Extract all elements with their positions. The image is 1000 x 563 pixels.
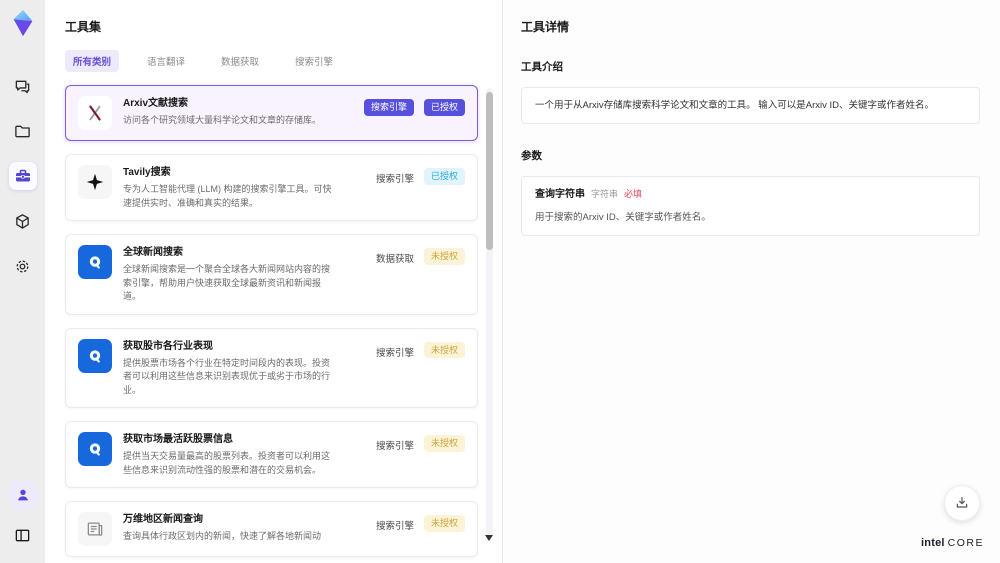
list-scrollbar[interactable] — [486, 88, 493, 537]
toolbox-icon[interactable] — [8, 162, 37, 190]
tool-name: Tavily搜索 — [123, 167, 171, 178]
download-icon — [956, 497, 968, 508]
cube-icon[interactable] — [9, 207, 37, 235]
detail-title: 工具详情 — [521, 20, 570, 34]
tool-detail-panel: 工具详情 工具介绍 一个用于从Arxiv存储库搜索科学论文和文章的工具。 输入可… — [502, 0, 1000, 563]
sparkle-icon — [78, 165, 112, 199]
scroll-down-icon[interactable] — [485, 535, 493, 541]
tool-name: Arxiv文献搜索 — [123, 98, 189, 109]
tab-data-fetch[interactable]: 数据获取 — [213, 50, 267, 72]
panel-toggle-icon[interactable] — [9, 521, 37, 549]
gear-icon[interactable] — [9, 252, 37, 280]
param-required-label: 必填 — [624, 189, 643, 200]
param-box: 查询字符串 字符串 必填 用于搜索的Arxiv ID、关键字或作者姓名。 — [521, 176, 980, 237]
tool-card-arxiv[interactable]: Arxiv文献搜索 访问各个研究领域大量科学论文和文章的存储库。 搜索引擎 已授… — [65, 85, 478, 141]
status-badge: 已授权 — [423, 168, 465, 185]
sidebar — [0, 0, 45, 563]
core-wordmark: CORE — [947, 537, 984, 549]
arxiv-icon — [78, 96, 112, 130]
blue-search-icon — [78, 338, 112, 373]
category-label: 搜索引擎 — [375, 174, 414, 185]
tool-description: 访问各个研究领域大量科学论文和文章的存储库。 — [123, 115, 322, 125]
tool-name: 获取股市各行业表现 — [123, 340, 213, 352]
category-label: 搜索引擎 — [375, 521, 414, 532]
tool-description: 提供股票市场各个行业在特定时间段内的表现。投资者可以利用这些信息来识别表现优于或… — [123, 357, 331, 395]
page-title: 工具集 — [65, 20, 102, 34]
tab-search-engine[interactable]: 搜索引擎 — [287, 50, 341, 72]
tool-description: 提供当天交易量最高的股票列表。投资者可以利用这些信息来识别流动性强的股票和潜在的… — [123, 451, 331, 475]
status-badge: 未授权 — [423, 248, 465, 265]
tool-card-global-news[interactable]: 全球新闻搜索 全球新闻搜索是一个聚合全球各大新闻网站内容的搜索引擎，帮助用户快速… — [65, 234, 478, 315]
tool-list-panel: 工具集 所有类别 语言翻译 数据获取 搜索引擎 Arxiv文献搜索 访问各个研究… — [45, 0, 502, 563]
tool-card-sector-performance[interactable]: 获取股市各行业表现 提供股票市场各个行业在特定时间段内的表现。投资者可以利用这些… — [65, 327, 478, 408]
status-badge: 已授权 — [423, 99, 465, 116]
param-type: 字符串 — [591, 189, 619, 200]
download-button[interactable] — [944, 485, 980, 521]
category-badge: 搜索引擎 — [363, 99, 414, 116]
blue-search-icon — [78, 432, 112, 466]
param-name: 查询字符串 — [535, 189, 585, 201]
tool-name: 获取市场最活跃股票信息 — [123, 434, 233, 445]
scrollbar-thumb[interactable] — [486, 92, 493, 250]
tool-name: 万维地区新闻查询 — [123, 514, 203, 525]
status-badge: 未授权 — [423, 435, 465, 452]
user-icon[interactable] — [8, 481, 37, 509]
tool-card-tavily[interactable]: Tavily搜索 专为人工智能代理 (LLM) 构建的搜索引擎工具。可快速提供实… — [65, 154, 478, 221]
app-logo-icon — [13, 9, 32, 37]
status-badge: 未授权 — [423, 515, 465, 532]
param-description: 用于搜索的Arxiv ID、关键字或作者姓名。 — [535, 212, 711, 224]
intro-heading: 工具介绍 — [521, 61, 563, 73]
category-label: 搜索引擎 — [375, 347, 414, 359]
params-heading: 参数 — [521, 150, 542, 163]
status-badge: 未授权 — [423, 341, 465, 359]
tab-language-translation[interactable]: 语言翻译 — [139, 50, 193, 72]
category-label: 数据获取 — [375, 254, 414, 265]
tool-description: 查询具体行政区划内的新闻，快速了解各地新闻动 — [123, 531, 322, 541]
category-label: 搜索引擎 — [375, 441, 414, 452]
newspaper-icon — [78, 512, 112, 546]
tool-card-active-stocks[interactable]: 获取市场最活跃股票信息 提供当天交易量最高的股票列表。投资者可以利用这些信息来识… — [65, 421, 478, 488]
tool-card-list: Arxiv文献搜索 访问各个研究领域大量科学论文和文章的存储库。 搜索引擎 已授… — [65, 85, 478, 557]
blue-search-icon — [78, 245, 112, 279]
chat-icon[interactable] — [9, 72, 37, 100]
intro-box: 一个用于从Arxiv存储库搜索科学论文和文章的工具。 输入可以是Arxiv ID… — [521, 87, 980, 125]
category-tabs: 所有类别 语言翻译 数据获取 搜索引擎 — [65, 50, 478, 72]
tab-all-categories[interactable]: 所有类别 — [65, 50, 120, 72]
tool-description: 专为人工智能代理 (LLM) 构建的搜索引擎工具。可快速提供实时、准确和真实的结… — [123, 184, 332, 208]
intel-core-logo: intel CORE — [921, 537, 984, 549]
tool-card-region-news[interactable]: 万维地区新闻查询 查询具体行政区划内的新闻，快速了解各地新闻动 搜索引擎 未授权 — [65, 501, 478, 557]
intel-wordmark: intel — [921, 537, 945, 549]
tool-description: 全球新闻搜索是一个聚合全球各大新闻网站内容的搜索引擎，帮助用户快速获取全球最新资… — [123, 264, 331, 301]
folder-icon[interactable] — [9, 117, 37, 145]
tool-name: 全球新闻搜索 — [123, 247, 183, 258]
